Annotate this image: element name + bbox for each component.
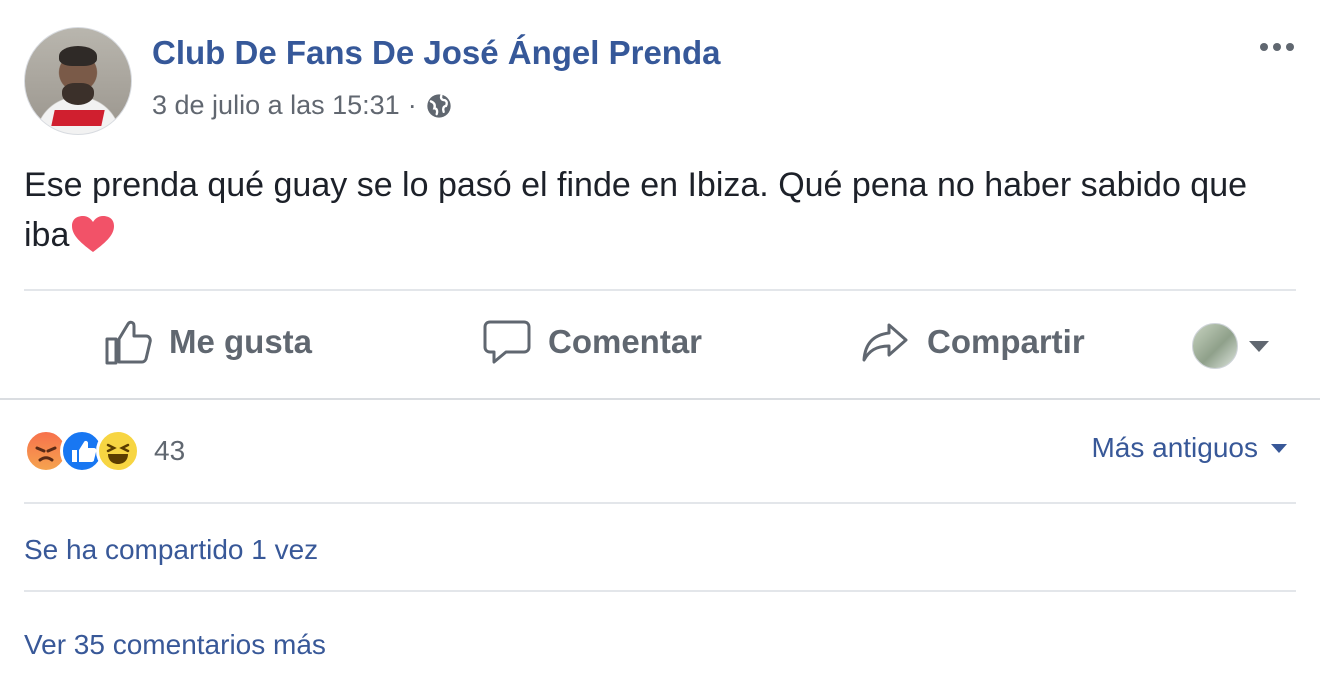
chevron-down-icon xyxy=(1271,444,1287,453)
comment-icon xyxy=(483,320,531,364)
meta-separator: · xyxy=(407,90,417,120)
thumbs-up-icon xyxy=(105,320,152,365)
more-options-icon[interactable] xyxy=(1252,25,1302,65)
avatar-red-scarf xyxy=(51,110,105,126)
reaction-count: 43 xyxy=(154,435,186,466)
chevron-down-icon xyxy=(1249,341,1269,352)
comment-order-label: Más antiguos xyxy=(1091,432,1258,463)
profile-thumbnail xyxy=(1192,323,1238,369)
page-avatar[interactable] xyxy=(24,27,132,135)
like-button[interactable]: Me gusta xyxy=(103,317,312,367)
share-arrow-icon xyxy=(862,323,908,362)
haha-reaction-icon xyxy=(96,429,140,473)
red-heart-icon xyxy=(72,216,115,252)
globe-icon[interactable] xyxy=(425,92,453,120)
post-text: Ese prenda qué guay se lo pasó el finde … xyxy=(24,166,1248,254)
comment-label: Comentar xyxy=(548,323,703,360)
view-more-comments-link[interactable]: Ver 35 comentarios más xyxy=(24,629,326,661)
section-divider xyxy=(0,398,1320,400)
post-as-selector[interactable] xyxy=(1192,323,1270,369)
reaction-summary[interactable]: 43 xyxy=(24,429,185,473)
top-divider xyxy=(24,289,1296,291)
post-timestamp[interactable]: 3 de julio a las 15:31 xyxy=(152,90,400,121)
shares-link[interactable]: Se ha compartido 1 vez xyxy=(24,534,318,566)
comment-button[interactable]: Comentar xyxy=(482,317,702,367)
page-name-link[interactable]: Club De Fans De José Ángel Prenda xyxy=(152,34,720,72)
share-button[interactable]: Compartir xyxy=(861,317,1085,367)
avatar-hair xyxy=(59,46,97,66)
reactions-divider xyxy=(24,502,1296,504)
share-label: Compartir xyxy=(927,323,1085,360)
post-body: Ese prenda qué guay se lo pasó el finde … xyxy=(24,160,1254,260)
post-meta: 3 de julio a las 15:31 · xyxy=(152,90,453,121)
avatar-beard xyxy=(62,83,94,105)
comment-order-selector[interactable]: Más antiguos xyxy=(1091,432,1288,464)
like-label: Me gusta xyxy=(169,323,313,360)
shares-divider xyxy=(24,590,1296,592)
